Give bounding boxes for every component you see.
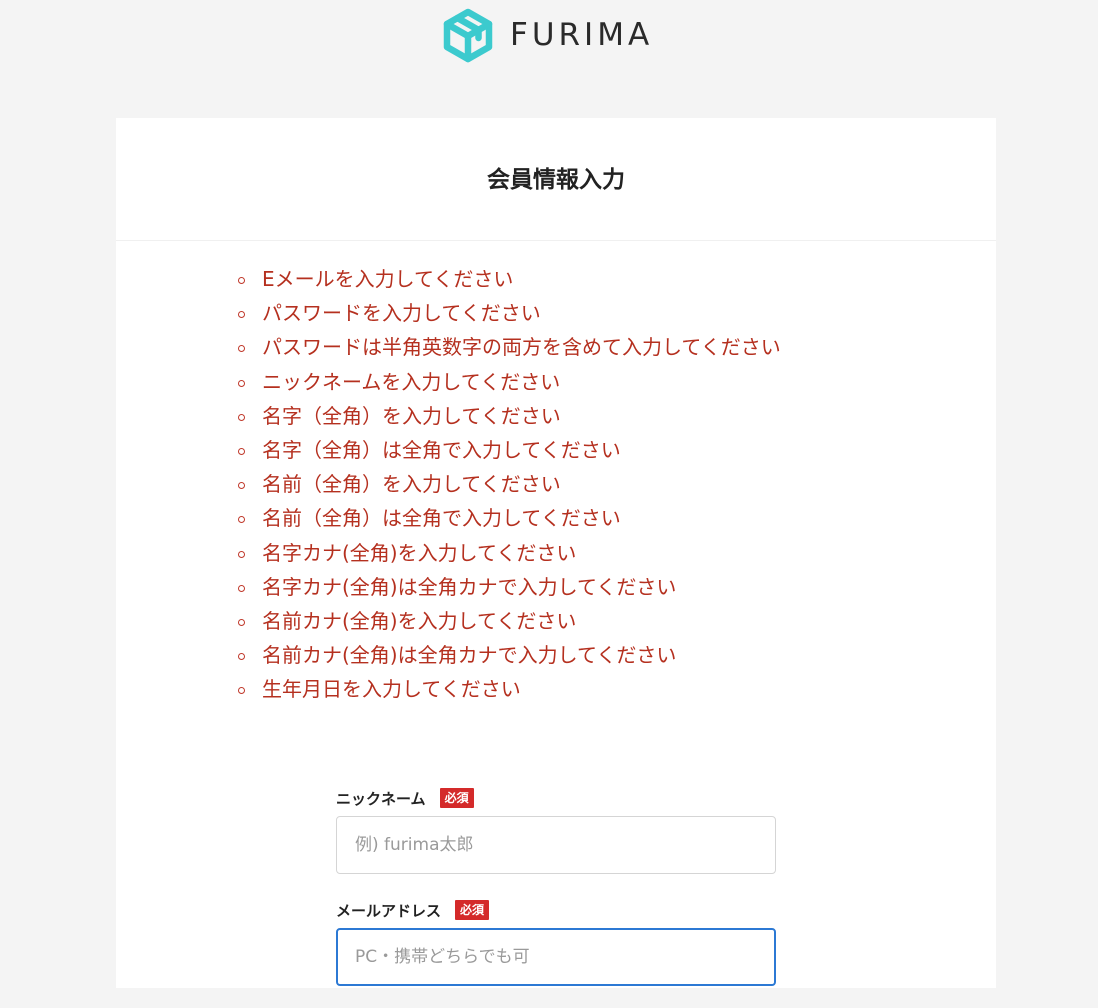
nickname-label-row: ニックネーム 必須 [336, 784, 776, 812]
error-message: 名字カナ(全角)は全角カナで入力してください [238, 570, 781, 604]
bullet-icon [238, 550, 245, 558]
email-label: メールアドレス [336, 901, 442, 920]
bullet-icon [238, 413, 245, 421]
bullet-icon [238, 687, 245, 695]
bullet-icon [238, 277, 245, 284]
bullet-icon [238, 653, 245, 661]
bullet-icon [238, 516, 245, 524]
error-message: ニックネームを入力してください [238, 365, 781, 399]
error-message: Eメールを入力してください [238, 262, 781, 296]
error-message: 名前（全角）は全角で入力してください [238, 501, 781, 535]
error-message: 名字（全角）を入力してください [238, 399, 781, 433]
registration-card: 会員情報入力 Eメールを入力してください パスワードを入力してください パスワー… [116, 118, 996, 988]
error-message: 名前カナ(全角)は全角カナで入力してください [238, 638, 781, 672]
required-badge: 必須 [455, 900, 490, 920]
nickname-input[interactable] [336, 816, 776, 874]
bullet-icon [238, 447, 245, 455]
bullet-icon [238, 584, 245, 592]
furima-logo[interactable]: FURIMA [440, 6, 653, 64]
email-input[interactable] [336, 928, 776, 986]
nickname-label: ニックネーム [336, 789, 426, 808]
site-header: FURIMA [0, 0, 1098, 90]
error-message: パスワードは半角英数字の両方を含めて入力してください [238, 330, 781, 364]
bullet-icon [238, 618, 245, 626]
bullet-icon [238, 482, 245, 490]
error-message: 名前（全角）を入力してください [238, 467, 781, 501]
error-messages-list: Eメールを入力してください パスワードを入力してください パスワードは半角英数字… [238, 262, 781, 706]
nickname-field-group: ニックネーム 必須 [336, 784, 776, 874]
error-message: 名字（全角）は全角で入力してください [238, 433, 781, 467]
bullet-icon [238, 311, 245, 319]
card-header: 会員情報入力 [116, 118, 996, 241]
bullet-icon [238, 379, 245, 387]
error-message: 名前カナ(全角)を入力してください [238, 604, 781, 638]
bullet-icon [238, 345, 245, 353]
registration-form: ニックネーム 必須 メールアドレス 必須 [336, 784, 776, 1008]
error-message: 生年月日を入力してください [238, 672, 781, 706]
error-message: 名字カナ(全角)を入力してください [238, 536, 781, 570]
box-logo-icon [443, 8, 493, 63]
email-label-row: メールアドレス 必須 [336, 896, 776, 924]
email-field-group: メールアドレス 必須 [336, 896, 776, 986]
page-title: 会員情報入力 [487, 167, 625, 193]
logo-text: FURIMA [510, 16, 654, 53]
required-badge: 必須 [439, 788, 474, 808]
error-message: パスワードを入力してください [238, 296, 781, 330]
